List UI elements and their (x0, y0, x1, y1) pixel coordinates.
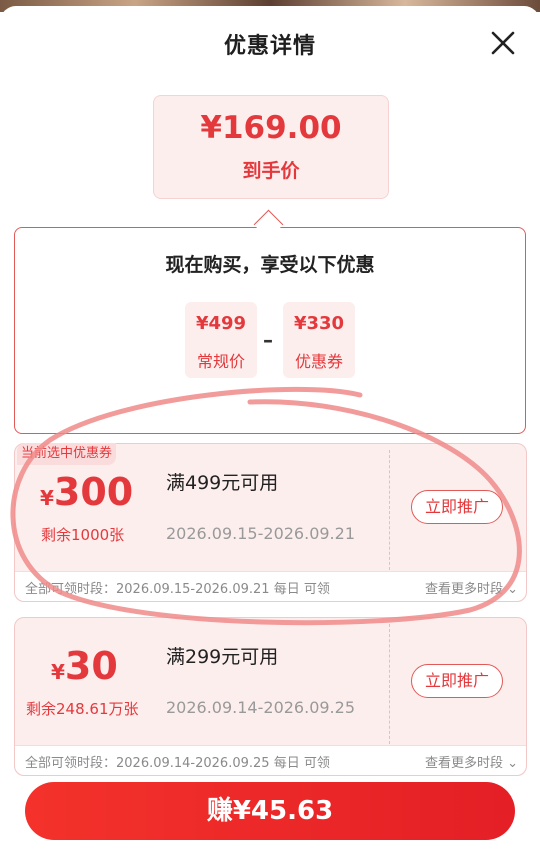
regular-price-label: 常规价 (196, 352, 245, 371)
more-periods-link[interactable]: 查看更多时段 ⌄ (425, 752, 518, 771)
regular-price-chip: ¥499 常规价 (185, 302, 257, 378)
coupon-validity: 2026.09.14-2026.09.25 (166, 698, 355, 717)
coupon-footer: 全部可领时段：2026.09.14-2026.09.25 每日 可领 查看更多时… (15, 745, 526, 775)
promote-button[interactable]: 立即推广 (411, 664, 503, 698)
coupon-condition: 满499元可用 (166, 472, 279, 494)
coupon-condition: 满299元可用 (166, 646, 279, 668)
claim-period: 全部可领时段：2026.09.14-2026.09.25 每日 可领 (25, 756, 330, 771)
selected-coupon-badge: 当前选中优惠券 (17, 443, 117, 465)
coupon-validity: 2026.09.15-2026.09.21 (166, 524, 355, 543)
coupon-remaining: 剩余248.61万张 (26, 700, 139, 718)
coupon-amount: ¥30 (51, 644, 118, 688)
coupon-card-selected[interactable]: 当前选中优惠券 ¥300 剩余1000张 满499元可用 2026.09.15-… (14, 443, 527, 602)
coupon-card[interactable]: ¥30 剩余248.61万张 满299元可用 2026.09.14-2026.0… (14, 617, 527, 776)
promo-title: 现在购买，享受以下优惠 (165, 254, 375, 276)
chevron-down-icon: ⌄ (507, 756, 518, 771)
final-price: ¥169.00 (200, 110, 342, 146)
coupon-amount: ¥300 (40, 470, 134, 514)
claim-period: 全部可领时段：2026.09.15-2026.09.21 每日 可领 (25, 582, 330, 597)
coupon-divider (389, 450, 390, 570)
more-periods-link[interactable]: 查看更多时段 ⌄ (425, 578, 518, 597)
promote-button[interactable]: 立即推广 (411, 490, 503, 524)
coupon-discount-chip: ¥330 优惠券 (283, 302, 355, 378)
chevron-down-icon: ⌄ (507, 582, 518, 597)
final-price-label: 到手价 (242, 160, 300, 182)
promo-breakdown: 现在购买，享受以下优惠 ¥499 常规价 – ¥330 优惠券 (14, 227, 526, 434)
coupon-detail-sheet: 优惠详情 ¥169.00 到手价 现在购买，享受以下优惠 ¥499 常规价 – … (0, 6, 540, 868)
close-icon[interactable] (488, 28, 518, 58)
coupon-divider (389, 624, 390, 744)
coupon-remaining: 剩余1000张 (41, 526, 125, 544)
coupon-discount: ¥330 (293, 313, 345, 334)
coupon-discount-label: 优惠券 (294, 352, 343, 371)
coupon-footer: 全部可领时段：2026.09.15-2026.09.21 每日 可领 查看更多时… (15, 571, 526, 601)
sheet-title: 优惠详情 (223, 34, 316, 59)
regular-price: ¥499 (195, 313, 247, 334)
final-price-box: ¥169.00 到手价 (153, 95, 389, 199)
earn-commission-button[interactable]: 赚¥45.63 (25, 782, 515, 840)
minus-operator: – (263, 328, 273, 352)
